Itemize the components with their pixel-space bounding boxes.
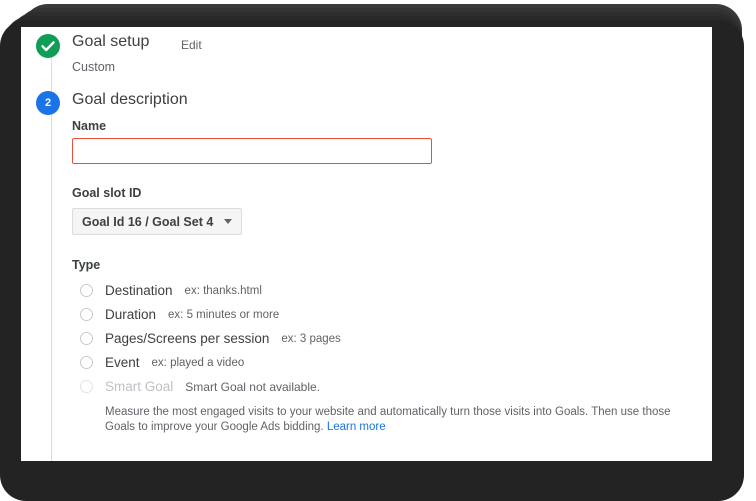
goal-wizard-card: 2 Goal setup Edit Custom Goal descriptio… bbox=[21, 27, 712, 461]
type-option-event[interactable]: Event ex: played a video bbox=[80, 351, 720, 374]
type-option-hint: ex: 5 minutes or more bbox=[168, 308, 280, 321]
step-2-number-badge: 2 bbox=[36, 91, 60, 115]
learn-more-link[interactable]: Learn more bbox=[327, 421, 386, 433]
goal-setup-subtitle: Custom bbox=[72, 60, 116, 74]
type-option-label: Smart Goal bbox=[105, 379, 174, 394]
radio-unchecked-icon[interactable] bbox=[80, 284, 93, 297]
type-option-hint: ex: 3 pages bbox=[281, 332, 341, 345]
type-option-label: Pages/Screens per session bbox=[105, 331, 270, 346]
goal-description-title: Goal description bbox=[72, 91, 188, 108]
type-option-duration[interactable]: Duration ex: 5 minutes or more bbox=[80, 303, 720, 326]
type-option-label: Duration bbox=[105, 307, 157, 322]
type-option-hint: Smart Goal not available. bbox=[185, 379, 321, 394]
name-input[interactable] bbox=[72, 138, 432, 164]
radio-unchecked-icon[interactable] bbox=[80, 308, 93, 321]
type-radio-group: Destination ex: thanks.html Duration ex:… bbox=[80, 279, 720, 399]
goal-slot-id-selected-value: Goal Id 16 / Goal Set 4 bbox=[82, 214, 214, 229]
radio-unchecked-disabled-icon bbox=[80, 380, 93, 393]
type-option-pages-screens-per-session[interactable]: Pages/Screens per session ex: 3 pages bbox=[80, 327, 720, 350]
goal-slot-id-select[interactable]: Goal Id 16 / Goal Set 4 bbox=[72, 208, 243, 235]
goal-setup-title: Goal setup bbox=[72, 33, 150, 50]
type-option-smart-goal: Smart Goal Smart Goal not available. bbox=[80, 375, 720, 398]
type-option-hint: ex: played a video bbox=[151, 356, 245, 369]
screenshot-viewport: 2 Goal setup Edit Custom Goal descriptio… bbox=[0, 0, 756, 501]
type-option-label: Event bbox=[105, 355, 140, 370]
name-field-label: Name bbox=[72, 119, 107, 133]
smart-goal-description: Measure the most engaged visits to your … bbox=[105, 405, 700, 435]
stepper-connector-line bbox=[51, 55, 52, 461]
type-option-label: Destination bbox=[105, 283, 173, 298]
radio-unchecked-icon[interactable] bbox=[80, 356, 93, 369]
type-option-destination[interactable]: Destination ex: thanks.html bbox=[80, 279, 720, 302]
radio-unchecked-icon[interactable] bbox=[80, 332, 93, 345]
wizard-content: Goal setup Edit Custom Goal description … bbox=[72, 27, 712, 461]
goal-setup-edit-link[interactable]: Edit bbox=[181, 38, 202, 52]
type-field-label: Type bbox=[72, 258, 101, 272]
type-option-hint: ex: thanks.html bbox=[184, 284, 262, 297]
step-1-completed-check-icon bbox=[36, 34, 60, 58]
goal-slot-id-label: Goal slot ID bbox=[72, 186, 142, 200]
chevron-down-icon bbox=[224, 219, 233, 224]
smart-goal-description-text: Measure the most engaged visits to your … bbox=[105, 406, 671, 433]
